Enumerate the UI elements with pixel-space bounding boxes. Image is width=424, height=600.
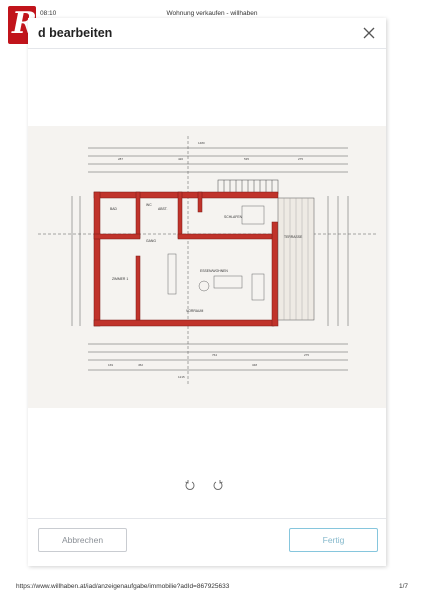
svg-text:535: 535 bbox=[244, 157, 249, 161]
rotate-right-icon[interactable] bbox=[212, 479, 224, 491]
svg-text:VORRAUM: VORRAUM bbox=[186, 309, 204, 313]
done-button[interactable]: Fertig bbox=[289, 528, 378, 552]
rotate-left-icon[interactable] bbox=[184, 479, 196, 491]
divider bbox=[28, 48, 386, 49]
svg-text:764: 764 bbox=[212, 353, 217, 357]
floor-plan-image: WC BAD ABST. SCHLAFEN GANG TERRASSE ZIMM… bbox=[28, 126, 386, 408]
svg-text:1215: 1215 bbox=[178, 375, 185, 379]
svg-text:SCHLAFEN: SCHLAFEN bbox=[224, 215, 243, 219]
svg-text:GANG: GANG bbox=[146, 239, 156, 243]
print-header: 08:10 Wohnung verkaufen - willhaben bbox=[0, 0, 424, 20]
dialog-title: d bearbeiten bbox=[38, 26, 113, 40]
svg-text:420: 420 bbox=[178, 157, 183, 161]
print-url: https://www.willhaben.at/iad/anzeigenauf… bbox=[16, 583, 230, 590]
svg-text:275: 275 bbox=[304, 353, 309, 357]
svg-text:ABST.: ABST. bbox=[158, 207, 167, 211]
svg-text:BAD: BAD bbox=[110, 207, 118, 211]
svg-text:WC: WC bbox=[146, 203, 152, 207]
svg-text:ESSEN/WOHNEN: ESSEN/WOHNEN bbox=[200, 269, 228, 273]
svg-text:348: 348 bbox=[252, 363, 257, 367]
svg-text:275: 275 bbox=[298, 157, 303, 161]
svg-text:1480: 1480 bbox=[198, 141, 205, 145]
edit-floorplan-dialog: d bearbeiten WC BAD ABST. SCHLAFEN GANG … bbox=[28, 18, 386, 566]
print-title: Wohnung verkaufen - willhaben bbox=[166, 10, 258, 17]
svg-text:ZIMMER 1: ZIMMER 1 bbox=[112, 277, 128, 281]
svg-text:TERRASSE: TERRASSE bbox=[284, 235, 303, 239]
cancel-button[interactable]: Abbrechen bbox=[38, 528, 127, 552]
svg-text:287: 287 bbox=[118, 157, 123, 161]
svg-text:452: 452 bbox=[138, 363, 143, 367]
close-icon[interactable] bbox=[362, 26, 376, 40]
print-footer: https://www.willhaben.at/iad/anzeigenauf… bbox=[0, 580, 424, 594]
print-page-number: 1/7 bbox=[398, 583, 408, 590]
svg-text:169: 169 bbox=[108, 363, 113, 367]
divider bbox=[28, 518, 386, 519]
